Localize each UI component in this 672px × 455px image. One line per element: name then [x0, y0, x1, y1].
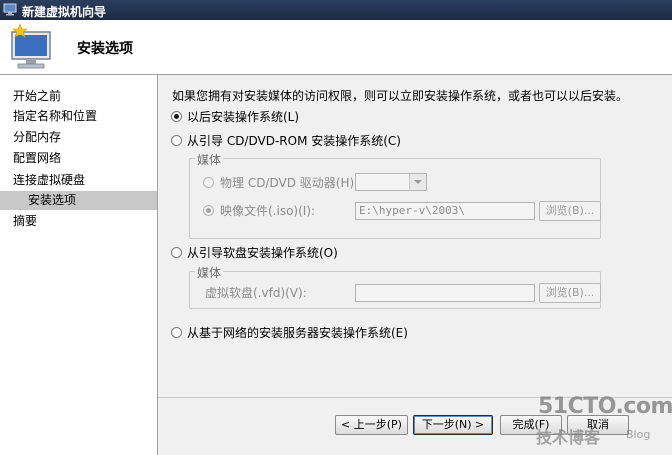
page-title: 安装选项	[77, 41, 133, 57]
nav-item-label: 安装选项	[28, 193, 77, 207]
browse-iso-button[interactable]: 浏览(B)...	[539, 201, 601, 221]
virtual-machine-icon	[3, 3, 17, 16]
next-button[interactable]: 下一步(N) >	[413, 415, 493, 435]
image-file-input[interactable]: E:\hyper-v\2003\	[355, 202, 535, 220]
radio-image-file[interactable]	[203, 205, 214, 216]
nav-item-label: 摘要	[13, 214, 38, 228]
previous-button[interactable]: < 上一步(P)	[335, 415, 408, 435]
nav-item-memory[interactable]: 分配内存	[13, 128, 61, 147]
site-watermark: 51CTO.com 技术博客 Blog	[536, 394, 672, 452]
cd-media-legend: 媒体	[195, 151, 224, 168]
wizard-nav: 开始之前 指定名称和位置 分配内存 配置网络 连接虚拟硬盘 安装选项 摘要	[0, 75, 158, 455]
radio-install-floppy[interactable]	[171, 247, 182, 258]
nav-item-label: 配置网络	[13, 151, 62, 165]
watermark-subtitle: 技术博客	[536, 428, 601, 447]
radio-install-cd[interactable]	[171, 135, 182, 146]
wizard-header: 安装选项	[0, 20, 672, 75]
nav-item-label: 指定名称和位置	[13, 109, 98, 123]
wizard-window: 新建虚拟机向导 安装选项 开始之前 指定名称和位置 分配内存 配置网络 连接虚拟…	[0, 0, 672, 455]
cd-media-group	[189, 158, 601, 239]
title-bar[interactable]: 新建虚拟机向导	[0, 0, 672, 20]
description-text: 如果您拥有对安装媒体的访问权限，则可以立即安装操作系统，或者也可以以后安装。	[172, 89, 629, 103]
vfd-label: 虚拟软盘(.vfd)(V):	[205, 286, 307, 300]
physical-drive-select[interactable]	[355, 173, 427, 191]
browse-vfd-button[interactable]: 浏览(B)...	[539, 283, 601, 303]
window-title: 新建虚拟机向导	[22, 5, 107, 19]
nav-item-name-location[interactable]: 指定名称和位置	[13, 107, 97, 126]
option-floppy-label[interactable]: 从引导软盘安装操作系统(O)	[187, 244, 338, 261]
radio-install-network[interactable]	[171, 327, 182, 338]
option-cd-label[interactable]: 从引导 CD/DVD-ROM 安装操作系统(C)	[187, 132, 401, 149]
floppy-media-legend: 媒体	[195, 264, 224, 281]
nav-item-before-you-begin[interactable]: 开始之前	[13, 87, 61, 106]
nav-item-summary[interactable]: 摘要	[13, 212, 37, 231]
nav-item-label: 连接虚拟硬盘	[13, 173, 86, 187]
watermark-blog: Blog	[626, 428, 651, 441]
chevron-down-icon	[409, 174, 426, 190]
radio-install-later[interactable]	[171, 111, 182, 122]
image-file-label: 映像文件(.iso)(I):	[220, 204, 316, 218]
nav-item-install-options[interactable]: 安装选项	[0, 191, 157, 210]
nav-item-virtual-disk[interactable]: 连接虚拟硬盘	[13, 171, 85, 190]
new-virtual-machine-icon	[11, 23, 51, 69]
watermark-logo: 51CTO.com	[538, 394, 672, 419]
nav-item-network[interactable]: 配置网络	[13, 149, 61, 168]
radio-physical-drive[interactable]	[203, 177, 214, 188]
option-later-label[interactable]: 以后安装操作系统(L)	[187, 108, 299, 125]
vfd-input[interactable]	[355, 284, 535, 302]
physical-drive-label: 物理 CD/DVD 驱动器(H):	[220, 176, 359, 190]
option-network-label[interactable]: 从基于网络的安装服务器安装操作系统(E)	[187, 324, 408, 341]
nav-item-label: 分配内存	[13, 130, 62, 144]
nav-item-label: 开始之前	[13, 89, 62, 103]
